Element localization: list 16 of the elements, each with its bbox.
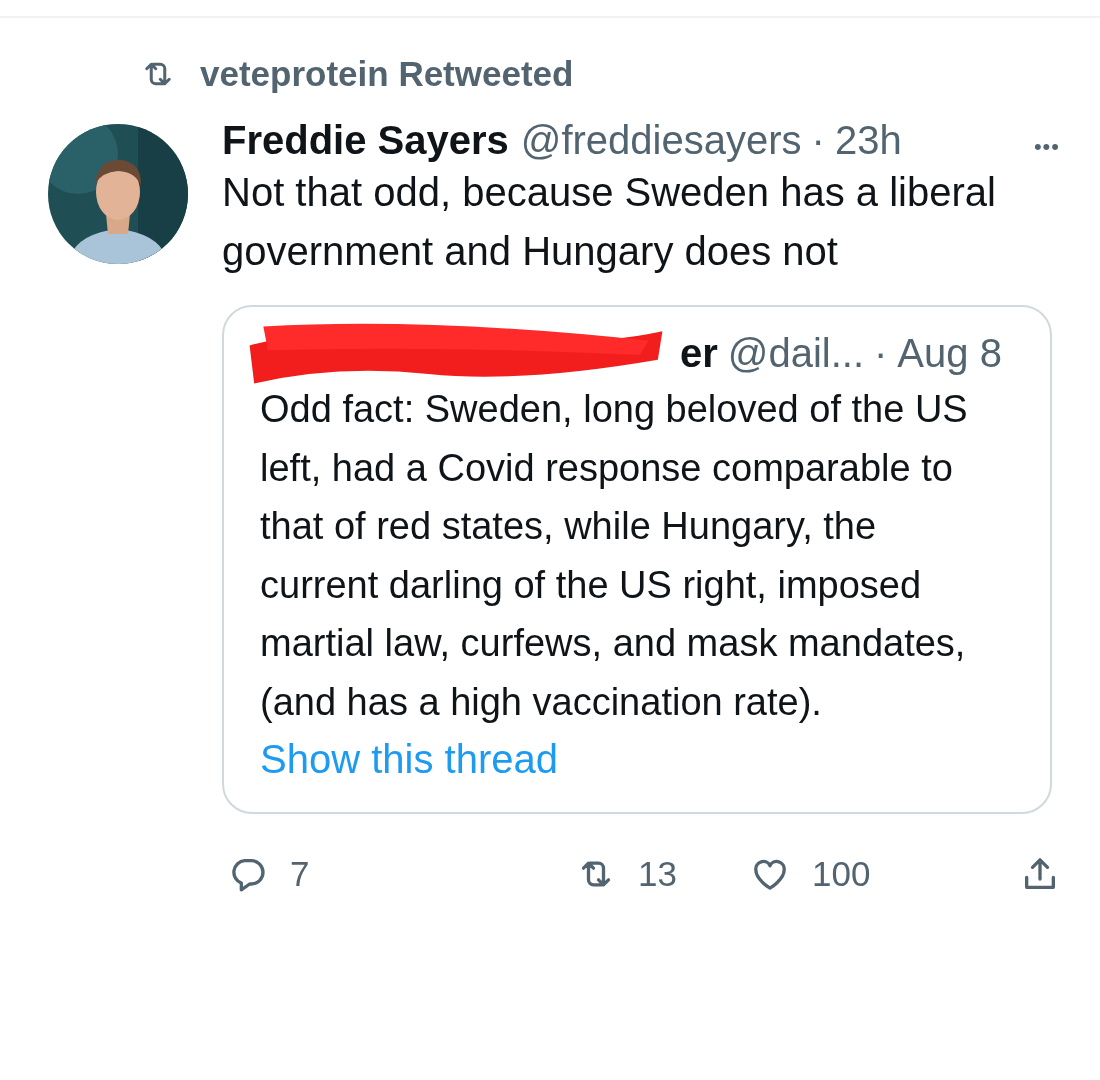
quoted-tweet-card[interactable] (222, 305, 1052, 814)
more-button[interactable]: ••• (1033, 134, 1060, 160)
retweet-count: 13 (638, 854, 677, 894)
tweet-time[interactable]: 23h (834, 118, 902, 163)
author-name[interactable]: Freddie Sayers (222, 118, 509, 163)
reply-count: 7 (290, 854, 310, 894)
tweet-text: Not that odd, because Sweden has a liberal government and Hungary does not (222, 169, 997, 275)
quoted-tweet-text: Odd fact: Sweden, long beloved of the US left, had a Covid response comparable to that of red states, while Hungary, the current darling of the US right, imposed martial law, curfews, and mask mandates, (and has a high vaccination rate). (260, 387, 969, 725)
quoted-tweet-time[interactable]: Aug 8 (897, 331, 1002, 376)
author-handle[interactable]: @freddiesayers (520, 118, 802, 163)
retweet-banner-text: veteprotein Retweeted (200, 54, 574, 94)
quoted-author-name[interactable]: er (680, 331, 718, 376)
separator-dot: · (811, 118, 825, 163)
separator-dot: · (874, 331, 888, 376)
quoted-author-handle[interactable]: @dail... (727, 331, 865, 376)
like-count: 100 (812, 854, 871, 894)
